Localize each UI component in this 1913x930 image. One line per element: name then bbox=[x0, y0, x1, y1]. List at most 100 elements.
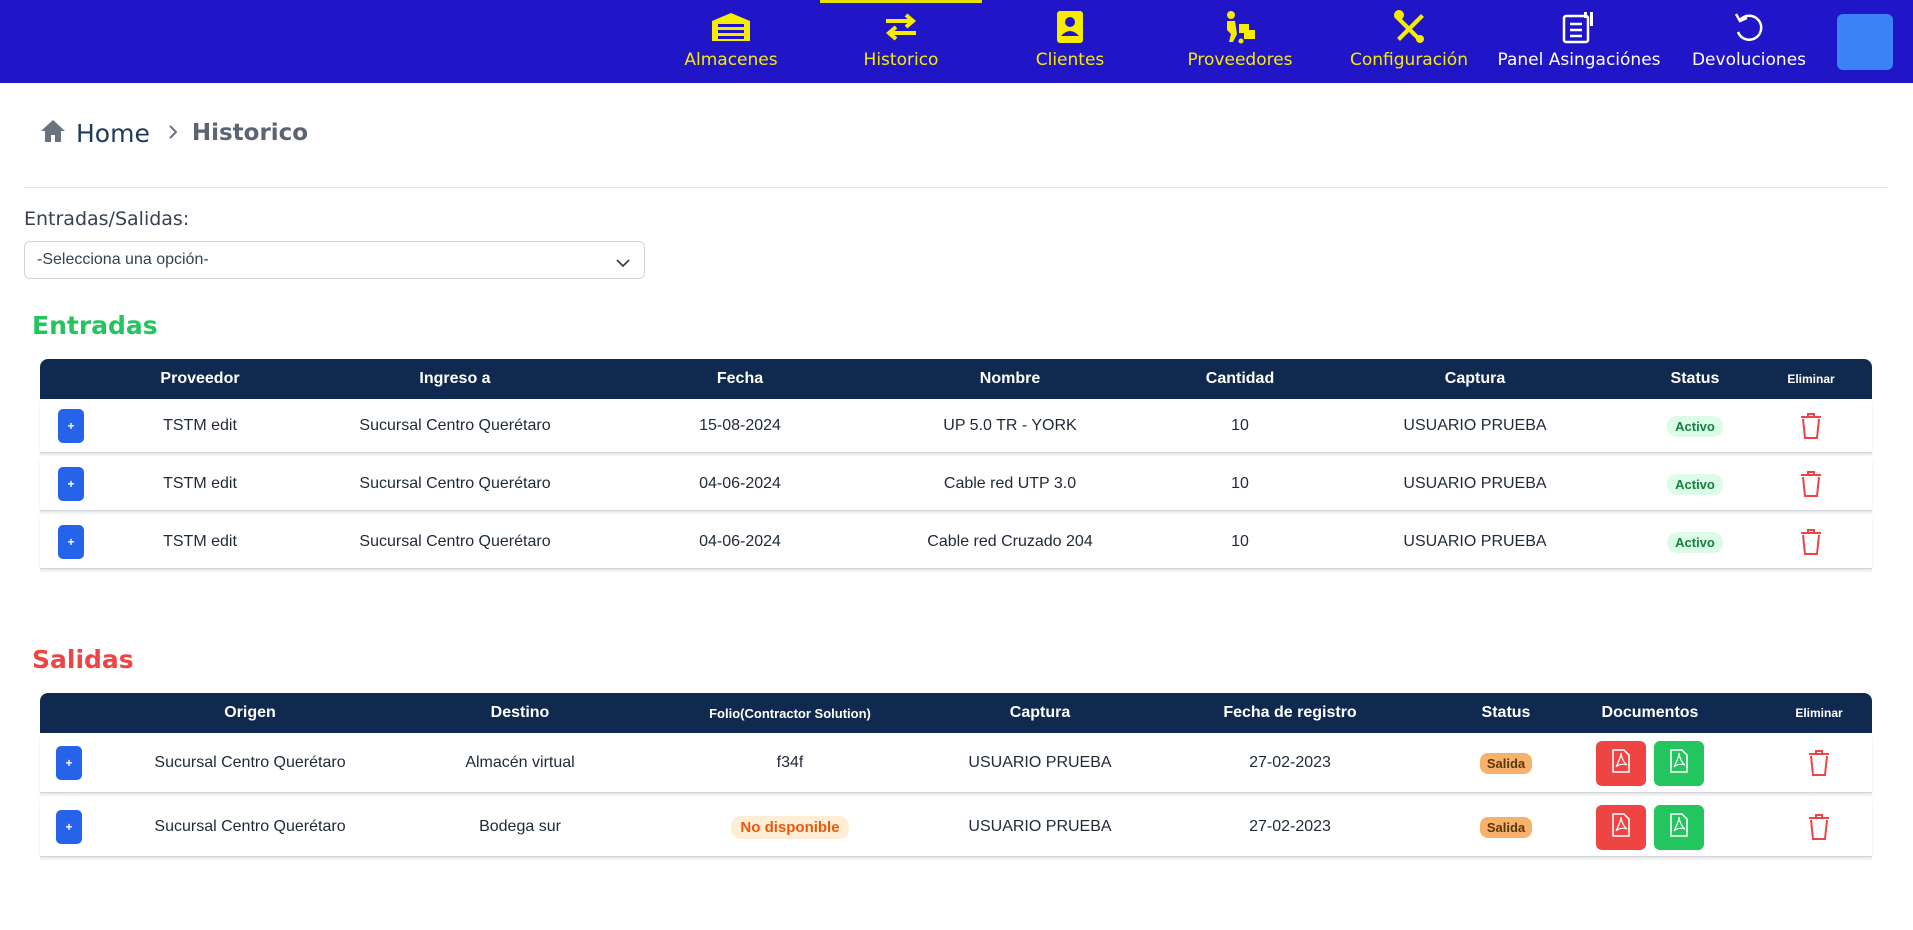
column-header: Documentos bbox=[1601, 704, 1699, 721]
column-header: Folio(Contractor Solution) bbox=[709, 705, 871, 721]
column-header: Fecha de registro bbox=[1223, 704, 1357, 721]
breadcrumb-home[interactable]: Home bbox=[40, 119, 150, 148]
expand-row-button[interactable]: + bbox=[56, 810, 82, 844]
column-header: Cantidad bbox=[1205, 370, 1275, 387]
cell-fecha: 27-02-2023 bbox=[1249, 754, 1331, 771]
cell-nombre: Cable red Cruzado 204 bbox=[927, 533, 1093, 550]
nav-item-historico[interactable]: Historico bbox=[820, 0, 982, 83]
cell-fecha: 27-02-2023 bbox=[1249, 818, 1331, 835]
cell-origen: Sucursal Centro Querétaro bbox=[154, 818, 346, 835]
column-header: Nombre bbox=[979, 370, 1041, 387]
active-indicator bbox=[820, 0, 982, 3]
pdf-icon bbox=[1611, 748, 1631, 778]
nav-label: Proveedores bbox=[1187, 50, 1293, 70]
assignment-panel-icon bbox=[1557, 8, 1601, 46]
supplier-dolly-icon bbox=[1218, 8, 1262, 46]
nav-item-devoluciones[interactable]: Devoluciones bbox=[1690, 0, 1808, 83]
status-badge: Activo bbox=[1667, 531, 1723, 553]
column-header: Origen bbox=[224, 704, 276, 721]
table-row: + Sucursal Centro Querétaro Almacén virt… bbox=[40, 733, 1872, 793]
nav-label: Panel Asingaciónes bbox=[1497, 50, 1661, 70]
salidas-title: Salidas bbox=[32, 645, 134, 674]
cell-captura: USUARIO PRUEBA bbox=[968, 818, 1112, 835]
select-value: -Selecciona una opción- bbox=[37, 251, 209, 268]
status-badge: Activo bbox=[1667, 415, 1723, 437]
table-row: + TSTM edit Sucursal Centro Querétaro 04… bbox=[40, 457, 1872, 511]
tools-icon bbox=[1387, 8, 1431, 46]
nav-label: Historico bbox=[863, 50, 939, 70]
contacts-icon bbox=[1048, 8, 1092, 46]
expand-row-button[interactable]: + bbox=[56, 746, 82, 780]
folio-unavailable-badge: No disponible bbox=[731, 815, 849, 839]
column-header: Captura bbox=[1009, 704, 1071, 721]
pdf-download-button[interactable] bbox=[1596, 804, 1646, 850]
table-header: Proveedor Ingreso a Fecha Nombre Cantida… bbox=[40, 359, 1872, 399]
trash-icon[interactable] bbox=[1800, 529, 1822, 555]
trash-icon[interactable] bbox=[1800, 413, 1822, 439]
trash-icon[interactable] bbox=[1800, 471, 1822, 497]
status-badge: Activo bbox=[1667, 473, 1723, 495]
cell-fecha: 04-06-2024 bbox=[699, 533, 781, 550]
column-header: Eliminar bbox=[1787, 372, 1835, 386]
nav-label: Clientes bbox=[1035, 50, 1105, 70]
cell-fecha: 15-08-2024 bbox=[699, 417, 781, 434]
nav-item-almacenes[interactable]: Almacenes bbox=[676, 0, 786, 83]
cell-nombre: UP 5.0 TR - YORK bbox=[943, 417, 1077, 434]
nav-item-configuracion[interactable]: Configuración bbox=[1350, 0, 1468, 83]
status-badge: Salida bbox=[1479, 816, 1533, 838]
filter-label: Entradas/Salidas: bbox=[24, 208, 190, 230]
user-avatar-button[interactable] bbox=[1837, 14, 1893, 70]
entradas-salidas-select[interactable]: -Selecciona una opción- bbox=[24, 241, 645, 279]
pdf-document-button[interactable] bbox=[1654, 740, 1704, 786]
salidas-table: Origen Destino Folio(Contractor Solution… bbox=[40, 693, 1872, 861]
cell-ingreso: Sucursal Centro Querétaro bbox=[359, 533, 551, 550]
cell-folio: f34f bbox=[776, 754, 804, 771]
nav-item-panel-asignaciones[interactable]: Panel Asingaciónes bbox=[1497, 0, 1661, 83]
expand-row-button[interactable]: + bbox=[58, 467, 84, 501]
cell-proveedor: TSTM edit bbox=[163, 417, 237, 434]
cell-ingreso: Sucursal Centro Querétaro bbox=[359, 475, 551, 492]
cell-cantidad: 10 bbox=[1231, 533, 1249, 550]
nav-label: Devoluciones bbox=[1691, 50, 1807, 70]
cell-proveedor: TSTM edit bbox=[163, 533, 237, 550]
cell-captura: USUARIO PRUEBA bbox=[968, 754, 1112, 771]
cell-fecha: 04-06-2024 bbox=[699, 475, 781, 492]
cell-destino: Bodega sur bbox=[479, 818, 561, 835]
nav-label: Almacenes bbox=[684, 50, 778, 70]
column-header: Destino bbox=[490, 704, 550, 721]
swap-arrows-icon bbox=[879, 8, 923, 46]
entradas-title: Entradas bbox=[32, 311, 158, 340]
cell-cantidad: 10 bbox=[1231, 475, 1249, 492]
pdf-document-button[interactable] bbox=[1654, 804, 1704, 850]
trash-icon[interactable] bbox=[1808, 750, 1830, 776]
top-navbar: Almacenes Historico Clientes Proveedores… bbox=[0, 0, 1913, 83]
cell-captura: USUARIO PRUEBA bbox=[1403, 417, 1547, 434]
column-header: Captura bbox=[1444, 370, 1506, 387]
nav-item-clientes[interactable]: Clientes bbox=[1020, 0, 1120, 83]
pdf-icon bbox=[1669, 812, 1689, 842]
breadcrumb-home-label: Home bbox=[76, 118, 150, 148]
cell-captura: USUARIO PRUEBA bbox=[1403, 475, 1547, 492]
column-header: Proveedor bbox=[160, 370, 240, 387]
column-header: Eliminar bbox=[1795, 706, 1843, 720]
expand-row-button[interactable]: + bbox=[58, 525, 84, 559]
nav-item-proveedores[interactable]: Proveedores bbox=[1180, 0, 1300, 83]
cell-ingreso: Sucursal Centro Querétaro bbox=[359, 417, 551, 434]
trash-icon[interactable] bbox=[1808, 814, 1830, 840]
cell-nombre: Cable red UTP 3.0 bbox=[943, 475, 1077, 492]
expand-row-button[interactable]: + bbox=[58, 409, 84, 443]
table-row: + TSTM edit Sucursal Centro Querétaro 15… bbox=[40, 399, 1872, 453]
cell-origen: Sucursal Centro Querétaro bbox=[154, 754, 346, 771]
table-row: + Sucursal Centro Querétaro Bodega sur N… bbox=[40, 797, 1872, 857]
status-badge: Salida bbox=[1479, 752, 1533, 774]
cell-proveedor: TSTM edit bbox=[163, 475, 237, 492]
nav-label: Configuración bbox=[1350, 50, 1468, 70]
home-icon bbox=[40, 119, 66, 148]
cell-captura: USUARIO PRUEBA bbox=[1403, 533, 1547, 550]
warehouse-icon bbox=[709, 8, 753, 46]
cell-destino: Almacén virtual bbox=[465, 754, 575, 771]
pdf-icon bbox=[1669, 748, 1689, 778]
chevron-right-icon bbox=[168, 122, 178, 145]
pdf-download-button[interactable] bbox=[1596, 740, 1646, 786]
table-row: + TSTM edit Sucursal Centro Querétaro 04… bbox=[40, 515, 1872, 569]
